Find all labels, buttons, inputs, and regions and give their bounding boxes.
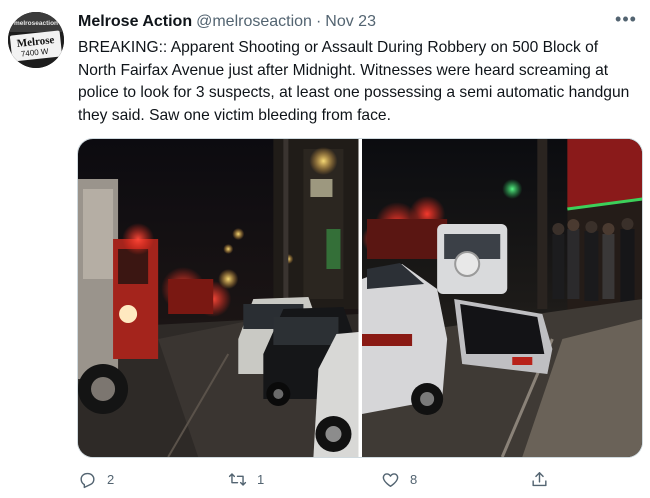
tweet: melroseaction Melrose 7400 W Melrose Act…	[0, 0, 650, 498]
media-grid	[77, 138, 643, 458]
street-fire-truck-photo	[78, 139, 359, 457]
more-options-icon[interactable]: •••	[614, 10, 638, 32]
tweet-header: Melrose Action @melroseaction · Nov 23	[78, 12, 376, 32]
avatar[interactable]: melroseaction Melrose 7400 W	[8, 12, 64, 68]
damaged-car-open-door-photo	[361, 139, 642, 457]
tweet-text: BREAKING:: Apparent Shooting or Assault …	[78, 39, 630, 124]
like-count: 8	[410, 472, 418, 487]
photo-left[interactable]	[78, 139, 359, 457]
separator-dot: ·	[315, 13, 322, 30]
tweet-date[interactable]: Nov 23	[325, 13, 376, 31]
photo-right[interactable]	[361, 139, 642, 457]
avatar-text-top: melroseaction	[14, 20, 58, 27]
share-button[interactable]	[530, 470, 559, 489]
avatar-image: melroseaction Melrose 7400 W	[8, 12, 64, 68]
reply-count: 2	[107, 472, 115, 487]
retweet-count: 1	[257, 472, 265, 487]
share-icon	[532, 472, 547, 487]
retweet-icon	[228, 473, 247, 486]
user-handle[interactable]: @melroseaction	[196, 13, 312, 31]
retweet-button[interactable]: 1	[228, 470, 264, 489]
reply-button[interactable]: 2	[78, 470, 114, 489]
like-button[interactable]: 8	[381, 470, 417, 489]
heart-icon	[382, 473, 399, 487]
reply-icon	[80, 472, 95, 489]
action-bar: 2 1 8	[78, 470, 558, 492]
display-name[interactable]: Melrose Action	[78, 13, 192, 31]
